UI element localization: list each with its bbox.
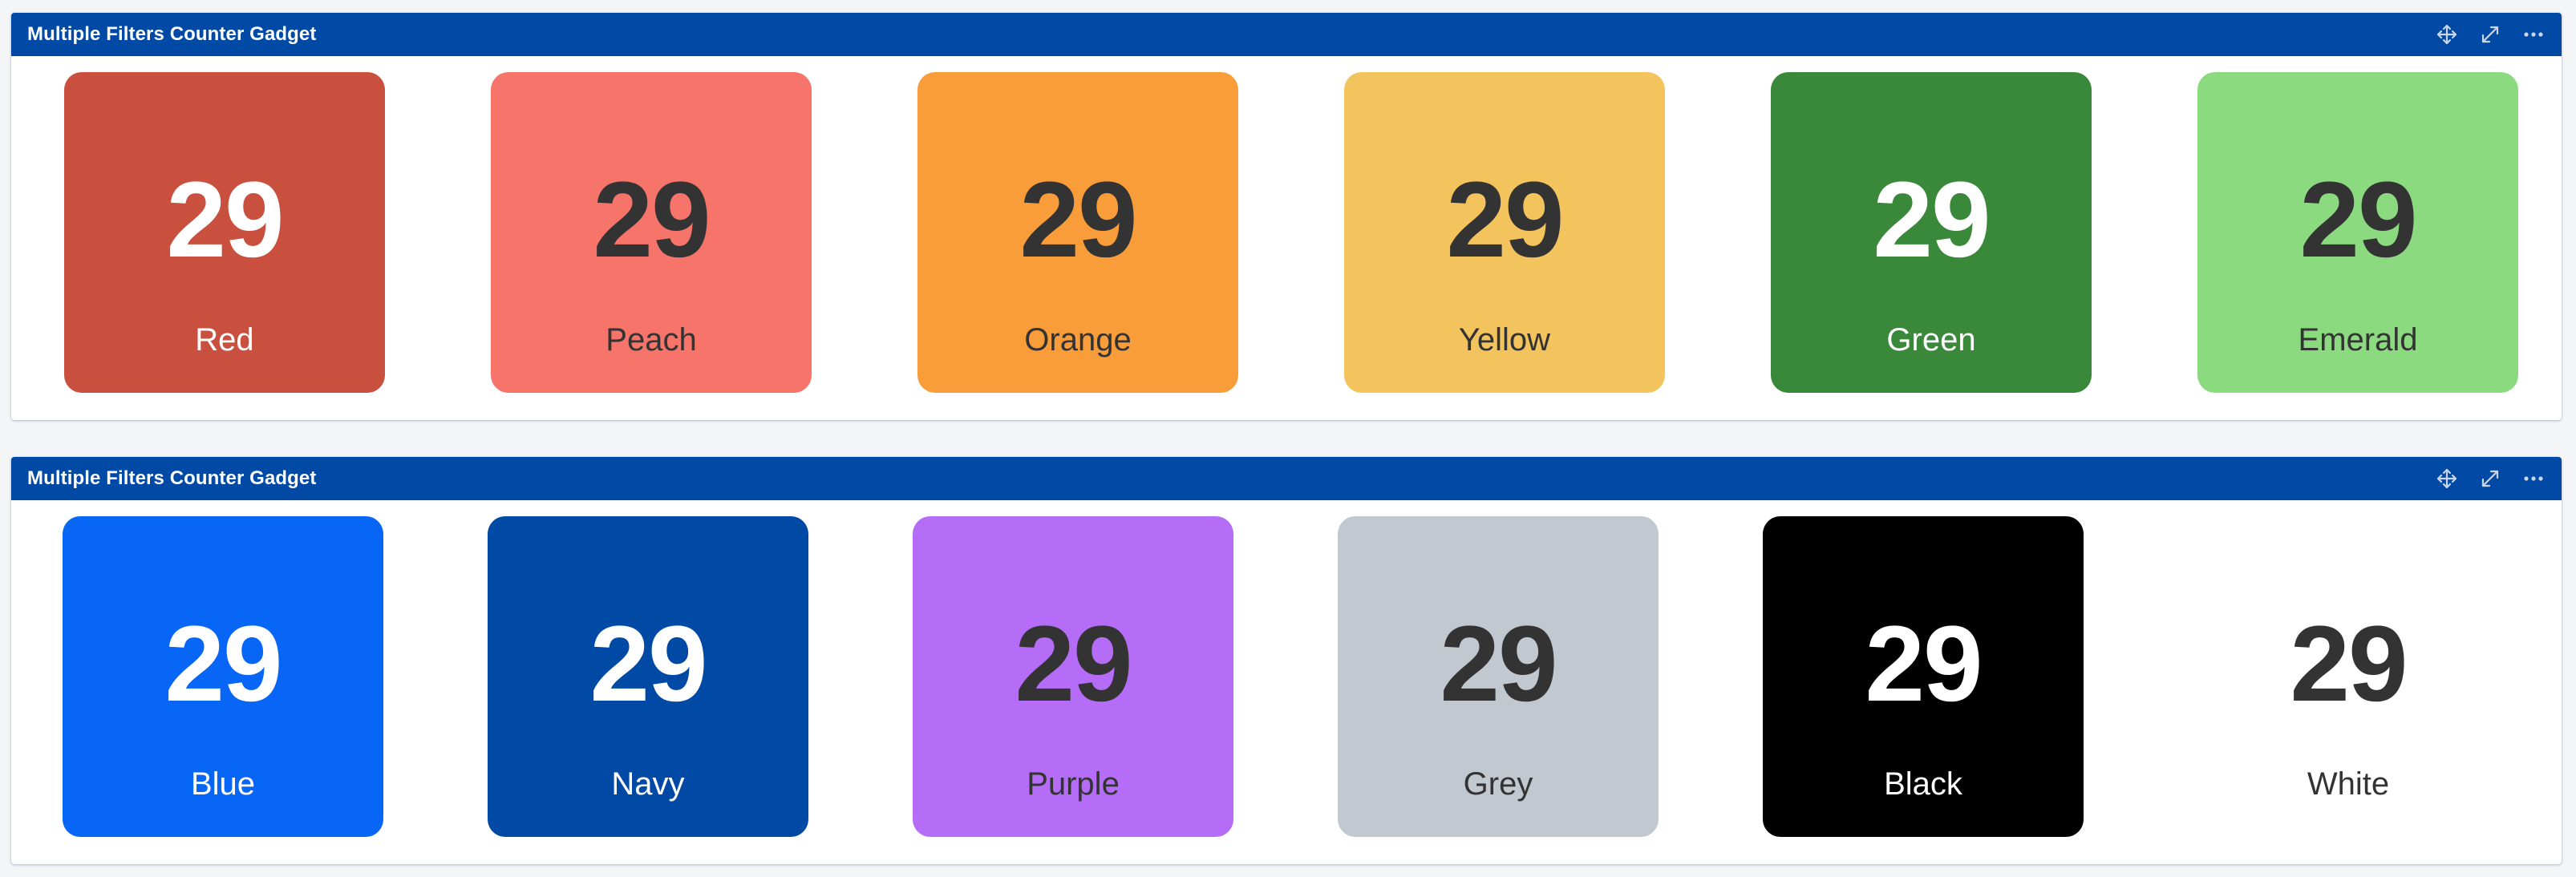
counter-tile-blue[interactable]: 29 Blue bbox=[63, 516, 383, 837]
tile-label: Orange bbox=[1024, 322, 1132, 358]
counter-tile-emerald[interactable]: 29 Emerald bbox=[2197, 72, 2518, 393]
gadget-title: Multiple Filters Counter Gadget bbox=[27, 467, 317, 489]
tile-label: Green bbox=[1886, 322, 1976, 358]
tile-count: 29 bbox=[1019, 160, 1137, 280]
tile-label: Peach bbox=[606, 322, 697, 358]
counter-tile-red[interactable]: 29 Red bbox=[64, 72, 385, 393]
gadget-warm-colors: Multiple Filters Counter Gadget 29 Red 2… bbox=[11, 13, 2562, 420]
tile-label: White bbox=[2307, 766, 2390, 802]
counter-tile-peach[interactable]: 29 Peach bbox=[491, 72, 812, 393]
move-icon[interactable] bbox=[2435, 22, 2459, 46]
tile-label: Yellow bbox=[1458, 322, 1551, 358]
expand-icon[interactable] bbox=[2478, 467, 2502, 491]
tile-count: 29 bbox=[166, 160, 284, 280]
tile-count: 29 bbox=[2290, 604, 2408, 724]
tile-count: 29 bbox=[1873, 160, 1991, 280]
tile-count: 29 bbox=[1015, 604, 1132, 724]
gadget-title-bar: Multiple Filters Counter Gadget bbox=[11, 13, 2562, 56]
counter-tile-black[interactable]: 29 Black bbox=[1763, 516, 2084, 837]
tile-label: Grey bbox=[1463, 766, 1533, 802]
counter-tile-navy[interactable]: 29 Navy bbox=[488, 516, 808, 837]
counter-tile-purple[interactable]: 29 Purple bbox=[913, 516, 1233, 837]
counter-tiles: 29 Red 29 Peach 29 Orange 29 Yellow 29 G… bbox=[11, 56, 2562, 420]
tile-count: 29 bbox=[593, 160, 711, 280]
tile-label: Blue bbox=[190, 766, 256, 802]
tile-label: Red bbox=[195, 322, 254, 358]
tile-count: 29 bbox=[1440, 604, 1557, 724]
tile-count: 29 bbox=[589, 604, 707, 724]
tile-label: Black bbox=[1884, 766, 1962, 802]
move-icon[interactable] bbox=[2435, 467, 2459, 491]
gadget-cool-colors: Multiple Filters Counter Gadget 29 Blue … bbox=[11, 457, 2562, 864]
counter-tile-white[interactable]: 29 White bbox=[2188, 516, 2509, 837]
counter-tile-orange[interactable]: 29 Orange bbox=[917, 72, 1238, 393]
tile-count: 29 bbox=[164, 604, 282, 724]
gadget-actions bbox=[2435, 22, 2546, 46]
expand-icon[interactable] bbox=[2478, 22, 2502, 46]
gadget-title-bar: Multiple Filters Counter Gadget bbox=[11, 457, 2562, 500]
tile-label: Emerald bbox=[2298, 322, 2418, 358]
counter-tile-green[interactable]: 29 Green bbox=[1771, 72, 2092, 393]
counter-tile-yellow[interactable]: 29 Yellow bbox=[1344, 72, 1665, 393]
tile-label: Purple bbox=[1027, 766, 1120, 802]
more-icon[interactable] bbox=[2521, 22, 2546, 46]
counter-tiles: 29 Blue 29 Navy 29 Purple 29 Grey 29 Bla… bbox=[11, 500, 2562, 864]
tile-count: 29 bbox=[1865, 604, 1983, 724]
tile-label: Navy bbox=[611, 766, 685, 802]
more-icon[interactable] bbox=[2521, 467, 2546, 491]
tile-count: 29 bbox=[2299, 160, 2417, 280]
tile-count: 29 bbox=[1446, 160, 1564, 280]
gadget-title: Multiple Filters Counter Gadget bbox=[27, 23, 317, 45]
gadget-actions bbox=[2435, 467, 2546, 491]
counter-tile-grey[interactable]: 29 Grey bbox=[1338, 516, 1659, 837]
